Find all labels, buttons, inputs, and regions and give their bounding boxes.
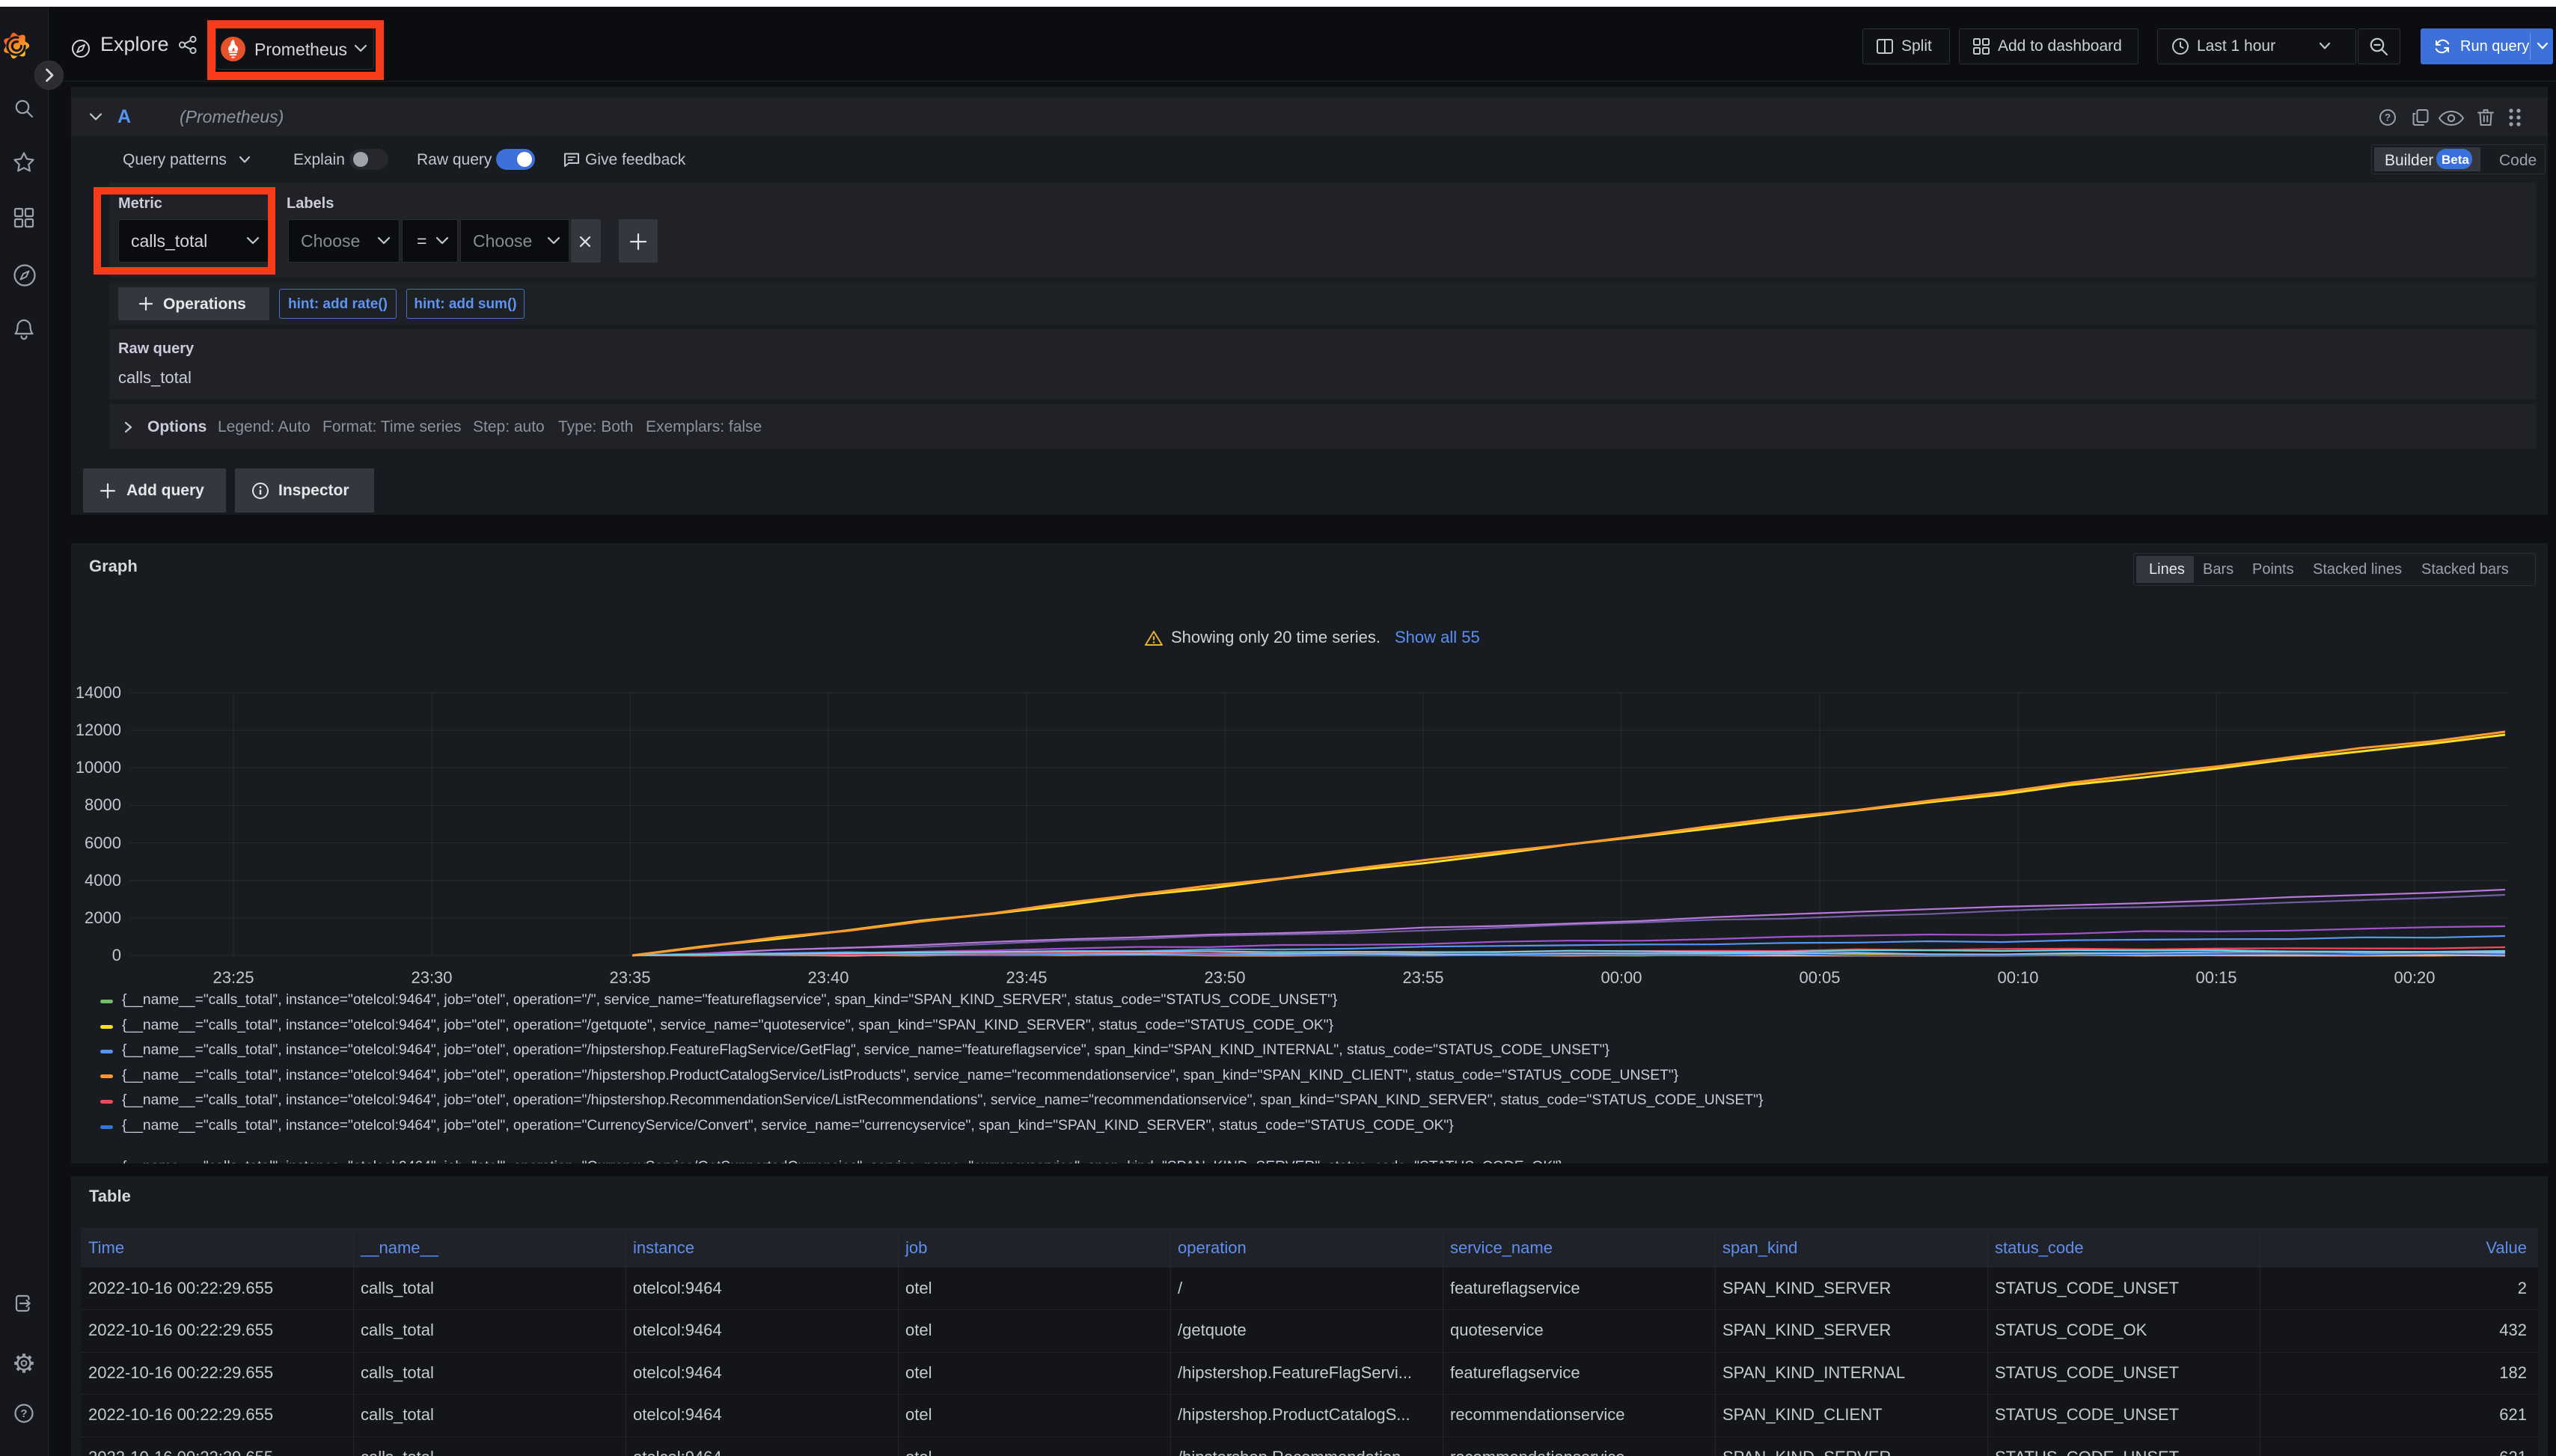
svg-text:?: ? <box>2385 112 2391 123</box>
svg-text:?: ? <box>20 1407 27 1420</box>
